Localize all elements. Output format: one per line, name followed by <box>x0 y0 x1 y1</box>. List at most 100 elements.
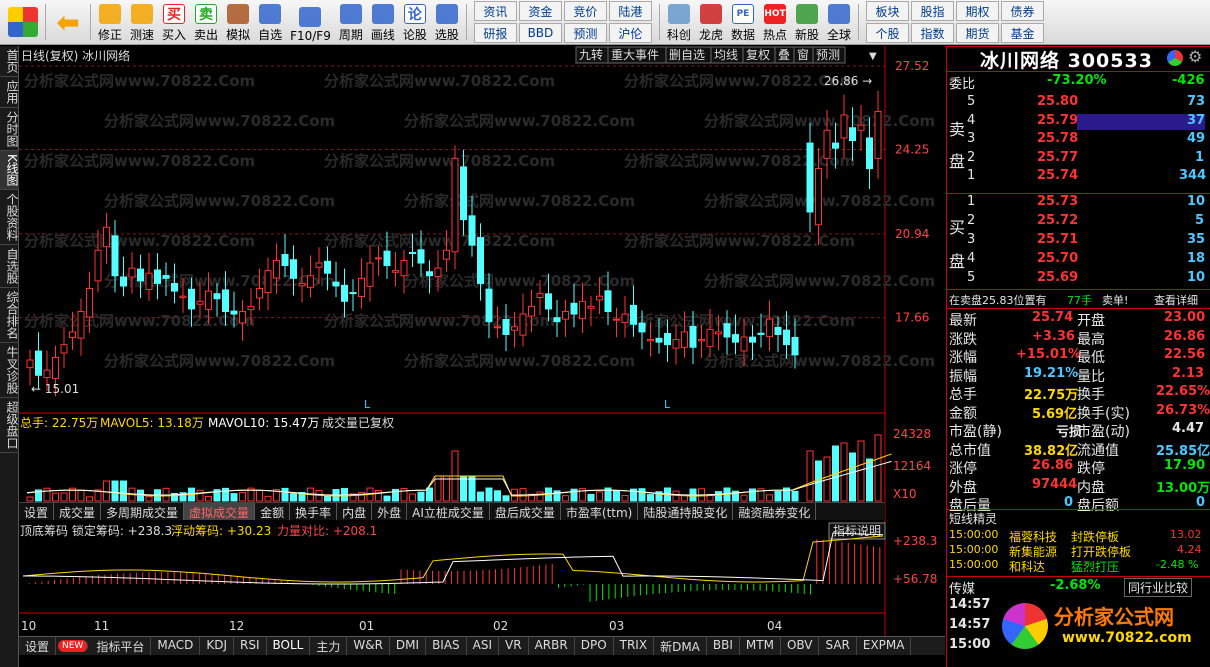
toolbar-grid2-item[interactable]: 基金 <box>1001 23 1045 43</box>
clock-icon <box>131 4 154 24</box>
bottom-tab[interactable]: 设置 <box>19 637 57 655</box>
toolbar-button-10[interactable]: 选股 <box>431 1 463 43</box>
toolbar-button-3[interactable]: 卖卖出 <box>190 1 222 43</box>
toolbar2-button-1[interactable]: 龙虎 <box>695 1 727 43</box>
indicator-tab[interactable]: 融资融券变化 <box>733 503 817 520</box>
toolbar-grid2-item[interactable]: 债券 <box>1001 1 1045 21</box>
bottom-tab[interactable]: 主力 <box>310 637 348 655</box>
toolbar-grid2-item[interactable]: 板块 <box>866 1 910 21</box>
toolbar2-button-5[interactable]: 全球 <box>823 1 855 43</box>
toolbar-button-6[interactable]: F10/F9 <box>286 1 335 43</box>
left-nav-item[interactable]: 超级盘口 <box>0 398 19 453</box>
toolbar-button-1[interactable]: 测速 <box>126 1 158 43</box>
toolbar-button-0[interactable]: 修正 <box>94 1 126 43</box>
toolbar-grid-item[interactable]: 资讯 <box>473 1 517 21</box>
toolbar-grid-item[interactable]: 研报 <box>473 23 517 43</box>
bottom-tab[interactable]: 指标平台 <box>90 637 152 655</box>
toolbar-grid-item[interactable]: 资金 <box>518 1 562 21</box>
bottom-tab[interactable]: MACD <box>151 637 201 655</box>
bottom-tab[interactable]: ASI <box>467 637 500 655</box>
indicator-tab[interactable]: 成交量 <box>54 503 102 520</box>
bottom-tab[interactable]: W&R <box>347 637 390 655</box>
indicator-tab[interactable]: 盘后成交量 <box>490 503 561 520</box>
left-nav-item[interactable]: 综合排名 <box>0 288 19 343</box>
toolbar-button-5[interactable]: 自选 <box>254 1 286 43</box>
layout-button[interactable] <box>4 1 42 43</box>
bottom-tab[interactable]: NEW <box>58 640 89 652</box>
bottom-tab[interactable]: RSI <box>234 637 267 655</box>
toolbar-button-8[interactable]: 画线 <box>367 1 399 43</box>
elf-event: 猛烈打压 <box>1071 560 1120 574</box>
bottom-tab[interactable]: BBI <box>707 637 740 655</box>
candle-body <box>536 293 544 298</box>
toolbar-button-7[interactable]: 周期 <box>335 1 367 43</box>
toolbar-button-2[interactable]: 买买入 <box>158 1 190 43</box>
toolbar-button-4[interactable]: 模拟 <box>222 1 254 43</box>
bottom-tab[interactable]: BIAS <box>426 637 467 655</box>
volume-bar <box>264 495 272 502</box>
toolbar-grid2-item[interactable]: 期权 <box>956 1 1000 21</box>
toolbar-grid2-item[interactable]: 个股 <box>866 23 910 43</box>
toolbar-grid-item[interactable]: 预测 <box>563 23 607 43</box>
left-nav-item[interactable]: 自选股 <box>0 245 19 288</box>
left-nav-item[interactable]: 牛叉诊股 <box>0 343 19 398</box>
sell-price: 25.74 <box>1037 168 1079 183</box>
left-nav-item[interactable]: 个股资料 <box>0 190 19 245</box>
indicator-tab[interactable]: 多周期成交量 <box>101 503 185 520</box>
bottom-tab[interactable]: OBV <box>781 637 820 655</box>
indicator-tab[interactable]: AI立桩成交量 <box>407 503 490 520</box>
bottom-tab[interactable]: EXPMA <box>857 637 912 655</box>
bottom-tab[interactable]: 新DMA <box>654 637 707 655</box>
toolbar-grid-item[interactable]: 竞价 <box>563 1 607 21</box>
indicator-tab[interactable]: 市盈率(ttm) <box>561 503 639 520</box>
bottom-tab[interactable]: DPO <box>575 637 614 655</box>
bottom-tab[interactable]: DMI <box>390 637 427 655</box>
candle-body <box>60 344 68 354</box>
quote-value: 19.21% <box>1024 365 1079 381</box>
view-detail-link[interactable]: 查看详细 <box>1154 292 1198 308</box>
left-nav-item[interactable]: 分时图 <box>0 108 19 151</box>
toolbar2-button-2[interactable]: PE 数据 <box>727 1 759 43</box>
toolbar-grid-item[interactable]: 沪伦 <box>608 23 652 43</box>
bottom-tab[interactable]: TRIX <box>614 637 655 655</box>
gear-icon[interactable]: ⚙ <box>1188 47 1202 66</box>
candle-body <box>341 284 348 302</box>
bottom-tab[interactable]: KDJ <box>200 637 234 655</box>
toolbar-grid-item[interactable]: 陆港 <box>608 1 652 21</box>
watermark: 分析家公式网www.70822.Com <box>24 152 255 170</box>
toolbar2-button-0[interactable]: 科创 <box>663 1 695 43</box>
quote-label: 换手(实) <box>1077 405 1130 422</box>
bottom-tab[interactable]: VR <box>499 637 529 655</box>
toolbar-button-9[interactable]: 论论股 <box>399 1 431 43</box>
volume-bar <box>502 495 510 502</box>
candle-body <box>451 157 459 253</box>
indicator-tab[interactable]: 金额 <box>255 503 291 520</box>
candle-body <box>638 322 646 333</box>
left-nav-item[interactable]: 首页 <box>0 46 19 77</box>
bottom-tab[interactable]: SAR <box>819 637 857 655</box>
indicator-tab[interactable]: 陆股通持股变化 <box>638 503 734 520</box>
stock-title: 冰川网络 300533 <box>980 50 1153 72</box>
indicator-tab[interactable]: 换手率 <box>290 503 338 520</box>
bottom-tab[interactable]: BOLL <box>267 637 311 655</box>
indicator-tab[interactable]: 虚拟成交量 <box>184 503 256 520</box>
watermark: 分析家公式网www.70822.Com <box>104 352 335 370</box>
left-nav-item[interactable]: K线图 <box>0 151 19 190</box>
volume-bar <box>596 491 603 502</box>
palette-icon[interactable] <box>1167 50 1183 66</box>
indicator-tab[interactable]: 设置 <box>19 503 55 520</box>
indicator-tab[interactable]: 内盘 <box>337 503 373 520</box>
bottom-tab[interactable]: ARBR <box>529 637 575 655</box>
bottom-tab[interactable]: MTM <box>740 637 781 655</box>
toolbar-grid-item[interactable]: BBD <box>518 23 562 43</box>
indicator-tab[interactable]: 外盘 <box>372 503 408 520</box>
toolbar-grid2-item[interactable]: 股指 <box>911 1 955 21</box>
back-button[interactable]: ⬅ <box>49 1 87 43</box>
left-nav-item[interactable]: 应用 <box>0 77 19 108</box>
kline-chart[interactable]: 分析家公式网www.70822.Com 分析家公式网www.70822.Com 分析… <box>19 46 945 636</box>
toolbar2-button-4[interactable]: 新股 <box>791 1 823 43</box>
toolbar2-button-3[interactable]: HOT 热点 <box>759 1 791 43</box>
industry-compare-button[interactable]: 同行业比较 <box>1124 578 1193 597</box>
toolbar-grid2-item[interactable]: 指数 <box>911 23 955 43</box>
toolbar-grid2-item[interactable]: 期货 <box>956 23 1000 43</box>
